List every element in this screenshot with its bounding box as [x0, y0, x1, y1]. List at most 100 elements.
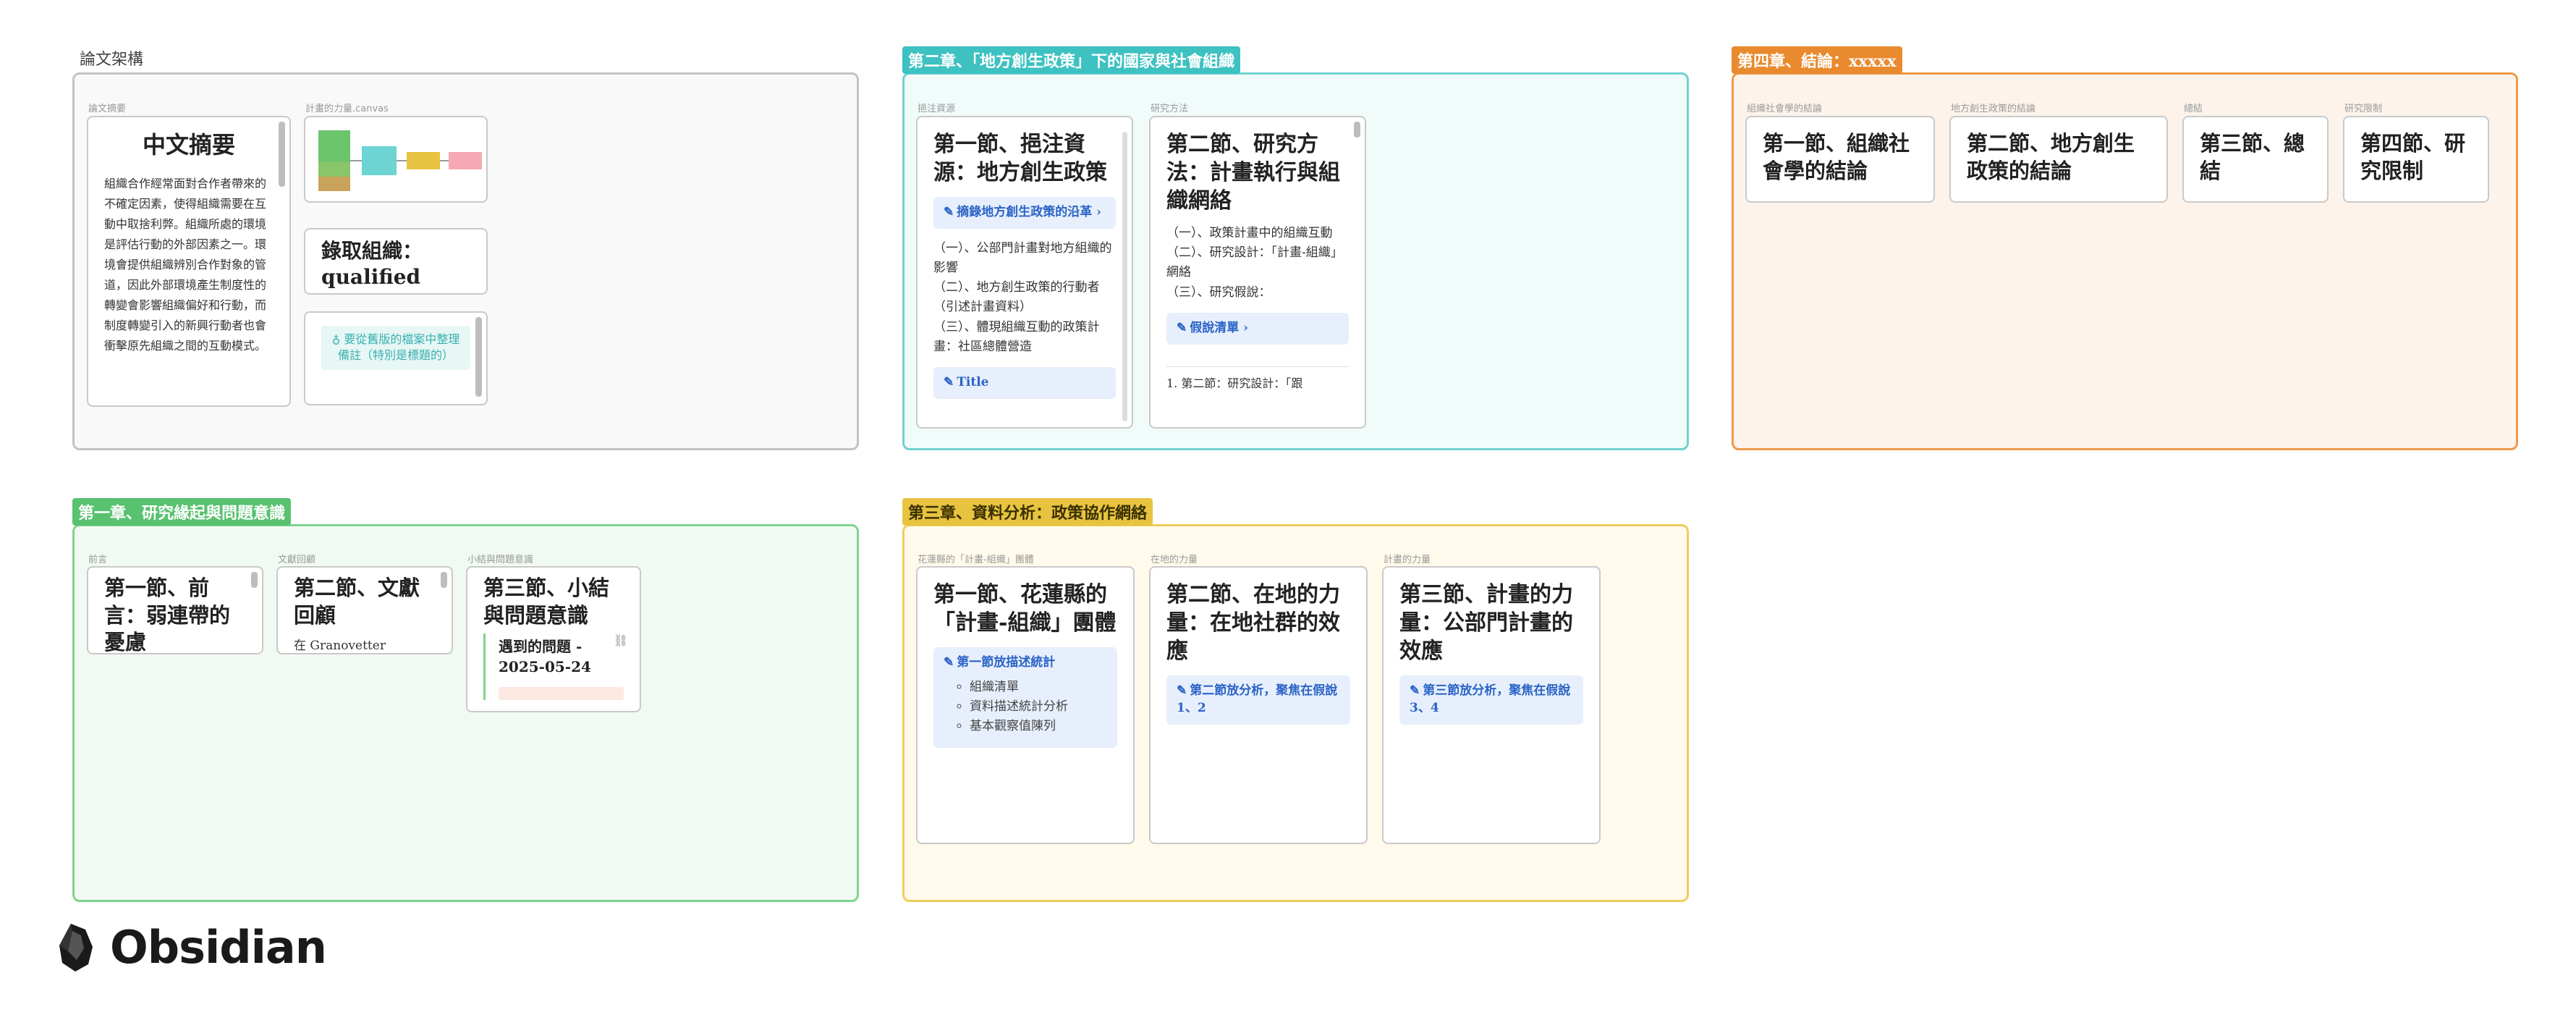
card-title: 第一節、前言：弱連帶的憂慮 [104, 576, 231, 654]
footnote: 1. 第二節：研究設計：「跟 [1166, 376, 1303, 390]
card-caption: 挹注資源 [918, 104, 956, 114]
abstract-body: 組織合作經常面對合作者帶來的不確定因素，使得組織需要在互動中取捨利弊。組織所處的… [104, 176, 267, 353]
card-caption: 地方創生政策的結論 [1951, 104, 2036, 114]
canvas-preview [318, 130, 482, 191]
card-title: 第二節、研究方法：計畫執行與組織網絡 [1166, 132, 1340, 214]
callout[interactable]: ✎ Title [933, 366, 1116, 399]
callout[interactable]: ✎ 摘錄地方創生政策的沿革 › [933, 197, 1116, 229]
card-title: 中文摘要 [142, 131, 235, 159]
card-caption: 計畫的力量 [1384, 555, 1431, 565]
card-caption: 前言 [88, 555, 108, 565]
pencil-icon: ✎ [1410, 683, 1420, 698]
section-card-ch1-s2[interactable]: 第二節、文獻回顧 在 Granovetter [276, 566, 453, 654]
card-caption: 研究方法 [1151, 104, 1189, 114]
list-item: 組織清單 [970, 678, 1107, 697]
callout-text: 摘錄地方創生政策的沿革 [957, 205, 1093, 219]
callout-text: Title [957, 374, 989, 389]
body-line: （三）、研究假說： [1166, 285, 1271, 300]
canvas-embed-card[interactable] [304, 116, 488, 203]
scrollbar[interactable] [279, 122, 285, 187]
callout[interactable]: ✎ 第二節放分析，聚焦在假說1、2 [1166, 675, 1350, 725]
card-caption: 計畫的力量.canvas [305, 104, 389, 114]
section-card-ch3-s1[interactable]: 第一節、花蓮縣的「計畫-組織」團體 ✎第一節放描述統計 組織清單 資料描述統計分… [916, 566, 1135, 844]
callout[interactable]: ✎ 假說清單 › [1166, 312, 1349, 345]
section-card-ch2-s1[interactable]: 第一節、挹注資源：地方創生政策 ✎ 摘錄地方創生政策的沿革 › （一）、公部門計畫… [916, 116, 1133, 429]
section-card-ch1-s3[interactable]: 第三節、小結與問題意識 遇到的問題 - 2025-05-24 ⛓ [466, 566, 641, 712]
body-line: 在 Granovetter [294, 639, 386, 654]
callout[interactable]: ✎第一節放描述統計 組織清單 資料描述統計分析 基本觀察值陳列 [933, 647, 1117, 749]
body-line: （一）、公部門計畫對地方組織的影響 [933, 240, 1112, 275]
section-card-ch3-s3[interactable]: 第三節、計畫的力量：公部門計畫的效應 ✎ 第三節放分析，聚焦在假說3、4 [1382, 566, 1601, 844]
section-card-ch1-s1[interactable]: 第一節、前言：弱連帶的憂慮 [87, 566, 263, 654]
section-card-ch4-s3[interactable]: 第三節、總結 [2182, 116, 2329, 203]
card-title: 第四節、研究限制 [2360, 131, 2466, 183]
scrollbar[interactable] [1122, 132, 1127, 421]
body-line: （二）、地方創生政策的行動者（引述計畫資料） [933, 280, 1100, 315]
chevron-right-icon: › [1092, 205, 1101, 219]
body-line: （三）、體現組織互動的政策計畫：社區總體營造 [933, 319, 1100, 354]
embed-title: 遇到的問題 - 2025-05-24 [499, 638, 591, 676]
qualified-card[interactable]: 錄取組織：qualified [304, 228, 488, 295]
group-label-chapter-2[interactable]: 第二章、「地方創生政策」下的國家與社會組織 [902, 46, 1241, 74]
obsidian-gem-icon [59, 923, 93, 972]
card-caption: 總結 [2184, 104, 2203, 114]
card-title: 錄取組織：qualified [321, 239, 423, 290]
note-card[interactable]: ♁ 要從舊版的檔案中整理備註（特別是標題的） [304, 311, 488, 405]
bullet-list: 組織清單 資料描述統計分析 基本觀察值陳列 [944, 678, 1107, 737]
note-callout: ♁ 要從舊版的檔案中整理備註（特別是標題的） [321, 326, 470, 370]
chevron-right-icon: › [1239, 320, 1248, 335]
card-title: 第一節、花蓮縣的「計畫-組織」團體 [933, 582, 1117, 636]
pencil-icon: ✎ [944, 655, 954, 670]
callout-text: 假說清單 [1190, 320, 1240, 335]
card-title: 第三節、小結與問題意識 [483, 576, 610, 628]
divider [1166, 366, 1349, 367]
section-card-ch4-s1[interactable]: 第一節、組織社會學的結論 [1745, 116, 1935, 203]
section-card-ch3-s2[interactable]: 第二節、在地的力量：在地社群的效應 ✎ 第二節放分析，聚焦在假說1、2 [1149, 566, 1368, 844]
scrollbar[interactable] [441, 572, 447, 588]
card-caption: 在地的力量 [1151, 555, 1198, 565]
obsidian-logo: Obsidian [56, 921, 327, 974]
card-caption: 小結與問題意識 [467, 555, 534, 565]
card-title: 第三節、總結 [2200, 131, 2305, 183]
scrollbar[interactable] [475, 317, 482, 397]
embedded-note[interactable]: 遇到的問題 - 2025-05-24 ⛓ [483, 633, 628, 701]
body-line: （一）、政策計畫中的組織互動 [1166, 226, 1333, 240]
section-card-ch4-s2[interactable]: 第二節、地方創生政策的結論 [1949, 116, 2168, 203]
section-card-ch4-s4[interactable]: 第四節、研究限制 [2343, 116, 2489, 203]
card-title: 第三節、計畫的力量：公部門計畫的效應 [1399, 582, 1573, 664]
card-caption: 文獻回顧 [278, 555, 316, 565]
card-title: 第二節、文獻回顧 [294, 576, 420, 628]
pencil-icon: ✎ [1177, 320, 1187, 335]
section-card-ch2-s2[interactable]: 第二節、研究方法：計畫執行與組織網絡 （一）、政策計畫中的組織互動 （二）、研究… [1149, 116, 1366, 429]
note-text: 要從舊版的檔案中整理備註（特別是標題的） [337, 332, 460, 363]
group-label-thesis[interactable]: 論文架構 [80, 46, 143, 69]
scrollbar[interactable] [1354, 122, 1360, 138]
callout[interactable]: ✎ 第三節放分析，聚焦在假說3、4 [1399, 675, 1583, 725]
list-item: 基本觀察值陳列 [970, 717, 1107, 736]
pencil-icon: ✎ [944, 374, 954, 389]
abstract-card[interactable]: 中文摘要 組織合作經常面對合作者帶來的不確定因素，使得組織需要在互動中取捨利弊。… [87, 116, 291, 407]
callout-text: 第二節放分析，聚焦在假說1、2 [1177, 683, 1338, 715]
link-icon[interactable]: ⛓ [614, 633, 628, 647]
group-label-chapter-3[interactable]: 第三章、資料分析：政策協作網絡 [902, 498, 1153, 526]
card-caption: 論文摘要 [88, 104, 127, 114]
card-caption: 研究限制 [2344, 104, 2383, 114]
card-caption: 花蓮縣的「計畫-組織」團體 [918, 555, 1034, 565]
card-title: 第二節、地方創生政策的結論 [1967, 131, 2135, 183]
embed-preview-block [499, 687, 624, 701]
body-line: （二）、研究設計：「計畫-組織」網絡 [1166, 245, 1343, 280]
scrollbar[interactable] [251, 572, 258, 588]
pencil-icon: ✎ [1177, 683, 1187, 698]
card-caption: 組織社會學的結論 [1747, 104, 1823, 114]
callout-text: 第三節放分析，聚焦在假說3、4 [1410, 683, 1571, 715]
card-title: 第一節、挹注資源：地方創生政策 [933, 132, 1107, 185]
pencil-icon: ✎ [944, 205, 954, 219]
group-label-chapter-4[interactable]: 第四章、結論：xxxxx [1732, 46, 1902, 74]
list-item: 資料描述統計分析 [970, 697, 1107, 717]
callout-text: 第一節放描述統計 [957, 655, 1056, 670]
card-title: 第一節、組織社會學的結論 [1763, 131, 1910, 183]
pin-icon: ♁ [331, 332, 344, 346]
card-title: 第二節、在地的力量：在地社群的效應 [1166, 582, 1340, 664]
group-label-chapter-1[interactable]: 第一章、研究緣起與問題意識 [72, 498, 292, 526]
brand-name: Obsidian [110, 921, 327, 974]
